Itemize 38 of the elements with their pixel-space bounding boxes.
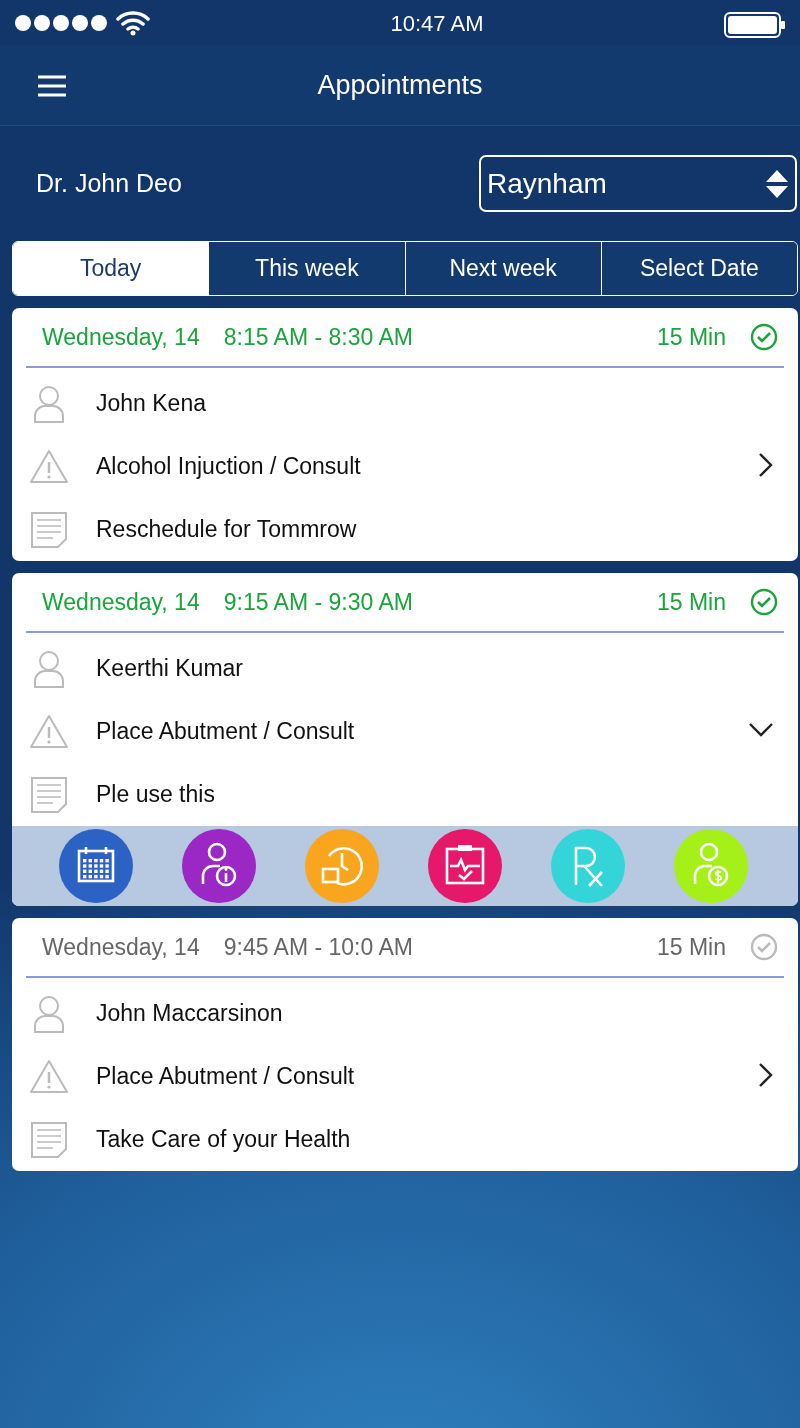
appointment-time: 9:15 AM - 9:30 AM (223, 587, 414, 617)
procedure-text: Alcohol Injuction / Consult (96, 452, 361, 482)
appointment-time: 9:45 AM - 10:0 AM (223, 932, 414, 962)
note-text: Reschedule for Tommrow (96, 515, 357, 545)
warning-icon (28, 447, 70, 486)
page-title: Appointments (317, 69, 483, 103)
chevron-right-icon[interactable] (758, 451, 774, 478)
warning-icon (28, 1057, 70, 1096)
doctor-name: Dr. John Deo (36, 167, 182, 199)
procedure-text: Place Abutment / Consult (96, 1062, 355, 1092)
note-text: Ple use this (96, 780, 215, 810)
appointment-date: Wednesday, 14 (42, 587, 200, 617)
tab[interactable]: This week (208, 242, 405, 295)
clock-time: 10:47 AM (390, 9, 484, 38)
tab[interactable]: Today (13, 242, 209, 295)
appointment-duration: 15 Min (656, 932, 726, 962)
appointment-time: 8:15 AM - 8:30 AM (223, 322, 414, 352)
chevron-down-icon[interactable] (748, 721, 774, 738)
note-icon (28, 1120, 70, 1159)
menu-icon (38, 75, 66, 98)
location-select[interactable]: Raynham (479, 155, 797, 212)
appointment-date: Wednesday, 14 (42, 322, 200, 352)
appointment-date: Wednesday, 14 (42, 932, 200, 962)
note-text: Take Care of your Health (96, 1125, 351, 1155)
appointment-duration: 15 Min (656, 587, 726, 617)
patient-name: John Kena (96, 389, 206, 419)
note-icon (28, 775, 70, 814)
battery-icon (724, 10, 786, 39)
warning-icon (28, 712, 70, 751)
patient-name: John Maccarsinon (96, 999, 283, 1029)
note-icon (28, 510, 70, 549)
chevron-right-icon[interactable] (758, 1061, 774, 1088)
patient-name: Keerthi Kumar (96, 654, 243, 684)
wifi-icon (116, 10, 150, 36)
appointment-duration: 15 Min (656, 322, 726, 352)
procedure-text: Place Abutment / Consult (96, 717, 355, 747)
tab[interactable]: Select Date (600, 242, 797, 295)
tab[interactable]: Next week (404, 242, 601, 295)
